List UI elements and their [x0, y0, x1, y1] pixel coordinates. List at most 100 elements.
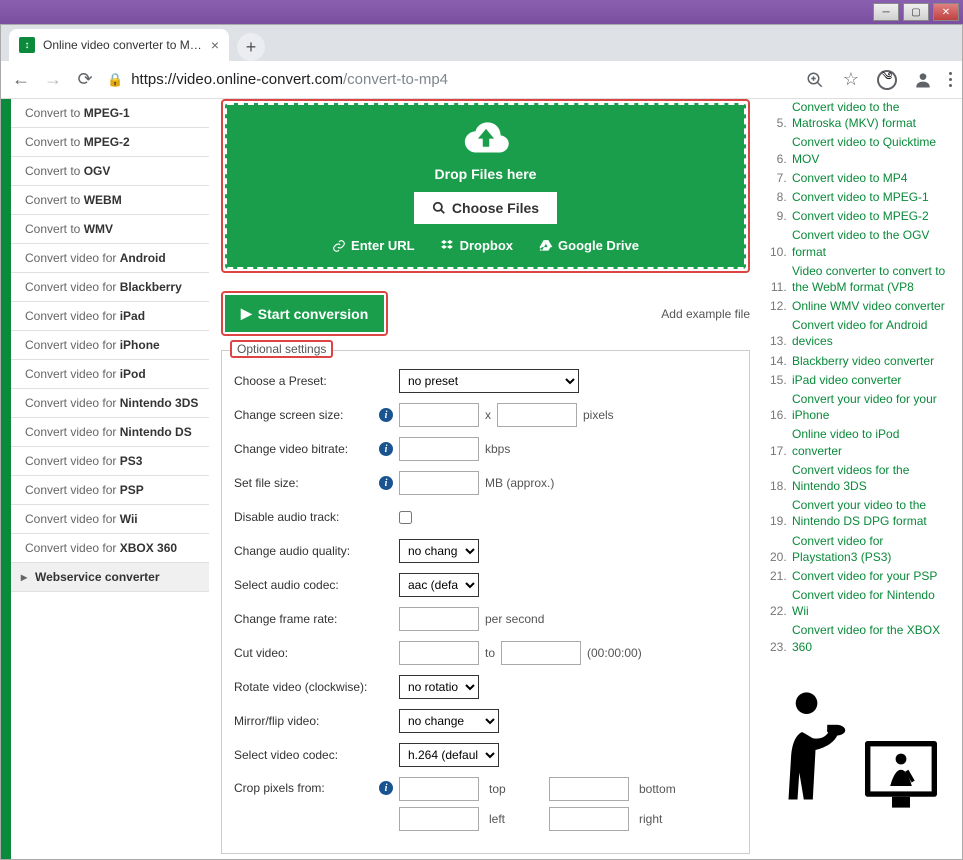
related-link-item: Convert video to MPEG-2	[790, 208, 952, 224]
browser-tab[interactable]: ↕ Online video converter to MP4 ×	[9, 29, 229, 61]
related-link[interactable]: Convert video for your PSP	[792, 568, 937, 584]
related-link-item: Convert video to the Matroska (MKV) form…	[790, 99, 952, 131]
audio-codec-select[interactable]: aac (default)	[399, 573, 479, 597]
dropzone-text: Drop Files here	[237, 166, 734, 182]
related-link[interactable]: Online WMV video converter	[792, 298, 945, 314]
related-link[interactable]: Convert videos for the Nintendo 3DS	[792, 462, 952, 494]
cut-from-input[interactable]	[399, 641, 479, 665]
related-link[interactable]: Convert video to Quicktime MOV	[792, 134, 952, 166]
enter-url-link[interactable]: Enter URL	[332, 238, 415, 253]
sidebar-item[interactable]: Convert to WEBM	[11, 186, 209, 215]
related-link-item: Convert your video for your iPhone	[790, 391, 952, 423]
window-close-button[interactable]: ✕	[933, 3, 959, 21]
related-link-item: Convert video for the XBOX 360	[790, 622, 952, 654]
sidebar-item[interactable]: Convert video for Android	[11, 244, 209, 273]
file-dropzone[interactable]: Drop Files here Choose Files Enter URL D…	[225, 103, 746, 269]
tab-close-icon[interactable]: ×	[211, 37, 219, 53]
add-example-link[interactable]: Add example file	[661, 307, 750, 321]
sidebar-item[interactable]: Convert to MPEG-2	[11, 128, 209, 157]
sidebar: Convert to MPEG-1Convert to MPEG-2Conver…	[1, 99, 209, 859]
screen-height-input[interactable]	[497, 403, 577, 427]
gdrive-link[interactable]: Google Drive	[539, 238, 639, 253]
page-content[interactable]: Convert to MPEG-1Convert to MPEG-2Conver…	[1, 99, 962, 859]
reload-button[interactable]: ⟳	[75, 70, 95, 90]
framerate-input[interactable]	[399, 607, 479, 631]
related-link-item: Convert video for your PSP	[790, 568, 952, 584]
filesize-input[interactable]	[399, 471, 479, 495]
new-tab-button[interactable]: +	[237, 33, 265, 61]
sidebar-item[interactable]: Convert video for Blackberry	[11, 273, 209, 302]
bitrate-input[interactable]	[399, 437, 479, 461]
related-link[interactable]: Convert video to the OGV format	[792, 227, 952, 259]
bookmark-icon[interactable]: ☆	[841, 70, 861, 90]
video-codec-select[interactable]: h.264 (default)	[399, 743, 499, 767]
related-link[interactable]: Convert video to MPEG-1	[792, 189, 929, 205]
info-icon[interactable]: i	[379, 476, 393, 490]
related-link-item: Online WMV video converter	[790, 298, 952, 314]
cut-to-input[interactable]	[501, 641, 581, 665]
right-column: Convert video to the Matroska (MKV) form…	[762, 99, 962, 859]
profile-icon[interactable]	[913, 70, 933, 90]
related-link[interactable]: Blackberry video converter	[792, 353, 934, 369]
sidebar-item[interactable]: Convert video for Wii	[11, 505, 209, 534]
sidebar-item[interactable]: Convert video for XBOX 360	[11, 534, 209, 563]
related-link[interactable]: iPad video converter	[792, 372, 901, 388]
crop-left-input[interactable]	[399, 807, 479, 831]
related-link[interactable]: Convert video to MPEG-2	[792, 208, 929, 224]
sidebar-item[interactable]: Convert to OGV	[11, 157, 209, 186]
choose-files-button[interactable]: Choose Files	[414, 192, 557, 224]
preset-select[interactable]: no preset	[399, 369, 579, 393]
window-maximize-button[interactable]: ▢	[903, 3, 929, 21]
info-icon[interactable]: i	[379, 442, 393, 456]
screen-width-input[interactable]	[399, 403, 479, 427]
main-column: Drop Files here Choose Files Enter URL D…	[209, 99, 762, 859]
tab-bar: ↕ Online video converter to MP4 × +	[1, 25, 962, 61]
lock-icon: 🔒	[107, 72, 123, 88]
related-link[interactable]: Convert video for the XBOX 360	[792, 622, 952, 654]
info-icon[interactable]: i	[379, 408, 393, 422]
sidebar-item[interactable]: Convert to MPEG-1	[11, 99, 209, 128]
sidebar-item[interactable]: Convert video for PSP	[11, 476, 209, 505]
rotate-select[interactable]: no rotation	[399, 675, 479, 699]
dropbox-link[interactable]: Dropbox	[441, 238, 513, 253]
sidebar-item[interactable]: Convert to WMV	[11, 215, 209, 244]
sidebar-item[interactable]: Convert video for Nintendo 3DS	[11, 389, 209, 418]
related-link[interactable]: Convert video to MP4	[792, 170, 907, 186]
sidebar-item[interactable]: Convert video for PS3	[11, 447, 209, 476]
audio-quality-select[interactable]: no change	[399, 539, 479, 563]
related-link-item: Convert video for Android devices	[790, 317, 952, 349]
start-conversion-button[interactable]: ▶Start conversion	[225, 295, 384, 332]
forward-button[interactable]: →	[43, 70, 63, 90]
related-link-item: Convert video to Quicktime MOV	[790, 134, 952, 166]
crop-right-input[interactable]	[549, 807, 629, 831]
optional-settings-legend: Optional settings	[230, 340, 333, 358]
related-link[interactable]: Convert your video for your iPhone	[792, 391, 952, 423]
menu-icon[interactable]	[949, 72, 952, 87]
related-link[interactable]: Online video to iPod converter	[792, 426, 952, 458]
url-input[interactable]: 🔒 https://video.online-convert.com/conve…	[107, 71, 793, 88]
sidebar-item[interactable]: Convert video for iPhone	[11, 331, 209, 360]
related-link[interactable]: Convert video for Android devices	[792, 317, 952, 349]
cloud-upload-icon	[237, 117, 734, 160]
zoom-icon[interactable]	[805, 70, 825, 90]
related-link-item: Convert your video to the Nintendo DS DP…	[790, 497, 952, 529]
sidebar-item[interactable]: Convert video for iPad	[11, 302, 209, 331]
related-link[interactable]: Video converter to convert to the WebM f…	[792, 263, 952, 295]
window-minimize-button[interactable]: ─	[873, 3, 899, 21]
disable-audio-checkbox[interactable]	[399, 511, 412, 524]
related-link[interactable]: Convert your video to the Nintendo DS DP…	[792, 497, 952, 529]
sidebar-item[interactable]: Convert video for Nintendo DS	[11, 418, 209, 447]
back-button[interactable]: ←	[11, 70, 31, 90]
crop-bottom-input[interactable]	[549, 777, 629, 801]
related-links-list: Convert video to the Matroska (MKV) form…	[766, 99, 952, 655]
sidebar-heading[interactable]: Webservice converter	[11, 563, 209, 592]
info-icon[interactable]: i	[379, 781, 393, 795]
sidebar-item[interactable]: Convert video for iPod	[11, 360, 209, 389]
extension-icon[interactable]: ༄	[877, 70, 897, 90]
mirror-select[interactable]: no change	[399, 709, 499, 733]
related-link[interactable]: Convert video for Nintendo Wii	[792, 587, 952, 619]
favicon: ↕	[19, 37, 35, 53]
related-link[interactable]: Convert video to the Matroska (MKV) form…	[792, 99, 952, 131]
related-link[interactable]: Convert video for Playstation3 (PS3)	[792, 533, 952, 565]
crop-top-input[interactable]	[399, 777, 479, 801]
